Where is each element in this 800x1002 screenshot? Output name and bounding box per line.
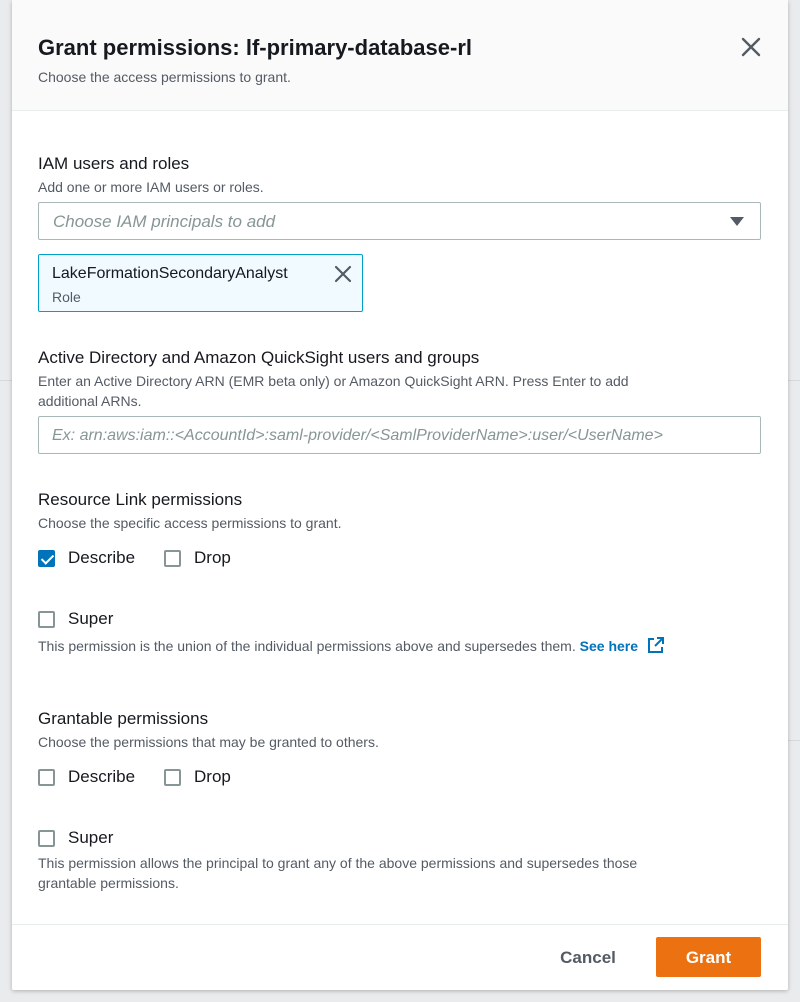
grant-permissions-modal: Grant permissions: lf-primary-database-r… xyxy=(12,0,788,990)
resource-super-label: Super xyxy=(68,609,114,628)
resource-drop-checkbox[interactable] xyxy=(164,549,181,567)
grantable-super-description-line1: This permission allows the principal to … xyxy=(38,855,638,871)
grantable-describe-option[interactable]: Describe xyxy=(38,767,135,787)
modal-subtitle: Choose the access permissions to grant. xyxy=(38,69,291,85)
backdrop-divider xyxy=(788,740,800,741)
cancel-button[interactable]: Cancel xyxy=(542,939,634,977)
backdrop-divider xyxy=(788,380,800,381)
principal-token: LakeFormationSecondaryAnalyst Role xyxy=(38,254,363,312)
resource-link-description: Choose the specific access permissions t… xyxy=(38,515,342,531)
see-here-label: See here xyxy=(579,638,639,654)
ad-description-line2: additional ARNs. xyxy=(38,393,142,409)
resource-describe-checkbox[interactable] xyxy=(38,549,55,567)
grantable-describe-checkbox[interactable] xyxy=(38,768,55,786)
grantable-description: Choose the permissions that may be grant… xyxy=(38,734,379,750)
ad-input-placeholder: Ex: arn:aws:iam::<AccountId>:saml-provid… xyxy=(52,427,663,444)
resource-super-checkbox[interactable] xyxy=(38,610,55,628)
resource-link-label: Resource Link permissions xyxy=(38,490,243,509)
resource-drop-label: Drop xyxy=(194,548,231,567)
grantable-drop-option[interactable]: Drop xyxy=(164,767,231,787)
backdrop-divider xyxy=(0,380,12,381)
modal-footer: Cancel Grant xyxy=(12,924,788,990)
resource-super-option[interactable]: Super xyxy=(38,609,113,629)
caret-down-icon xyxy=(730,217,744,226)
iam-label: IAM users and roles xyxy=(38,154,190,173)
close-icon[interactable] xyxy=(740,36,762,58)
grantable-drop-checkbox[interactable] xyxy=(164,768,181,786)
resource-super-description: This permission is the union of the indi… xyxy=(38,636,665,656)
grantable-describe-label: Describe xyxy=(68,767,136,786)
ad-arn-input[interactable]: Ex: arn:aws:iam::<AccountId>:saml-provid… xyxy=(38,416,761,454)
grantable-super-checkbox[interactable] xyxy=(38,829,55,847)
iam-select-placeholder: Choose IAM principals to add xyxy=(53,212,276,231)
see-here-link[interactable]: See here xyxy=(579,637,665,654)
token-name: LakeFormationSecondaryAnalyst xyxy=(52,265,288,282)
grantable-super-label: Super xyxy=(68,828,114,847)
grant-button[interactable]: Grant xyxy=(656,937,761,977)
grantable-label: Grantable permissions xyxy=(38,709,209,728)
ad-description-line1: Enter an Active Directory ARN (EMR beta … xyxy=(38,373,629,389)
grantable-drop-label: Drop xyxy=(194,767,231,786)
iam-principals-select[interactable]: Choose IAM principals to add xyxy=(38,202,761,240)
resource-drop-option[interactable]: Drop xyxy=(164,548,231,568)
modal-header: Grant permissions: lf-primary-database-r… xyxy=(12,0,788,111)
resource-describe-label: Describe xyxy=(68,548,136,567)
grantable-super-option[interactable]: Super xyxy=(38,828,113,848)
token-type: Role xyxy=(52,289,81,305)
grantable-super-description-line2: grantable permissions. xyxy=(38,875,179,891)
modal-title: Grant permissions: lf-primary-database-r… xyxy=(38,35,473,60)
resource-describe-option[interactable]: Describe xyxy=(38,548,135,568)
ad-label: Active Directory and Amazon QuickSight u… xyxy=(38,348,480,367)
remove-token-icon[interactable] xyxy=(332,263,354,285)
resource-super-text: This permission is the union of the indi… xyxy=(38,638,576,654)
external-link-icon xyxy=(647,637,664,653)
iam-description: Add one or more IAM users or roles. xyxy=(38,179,264,195)
